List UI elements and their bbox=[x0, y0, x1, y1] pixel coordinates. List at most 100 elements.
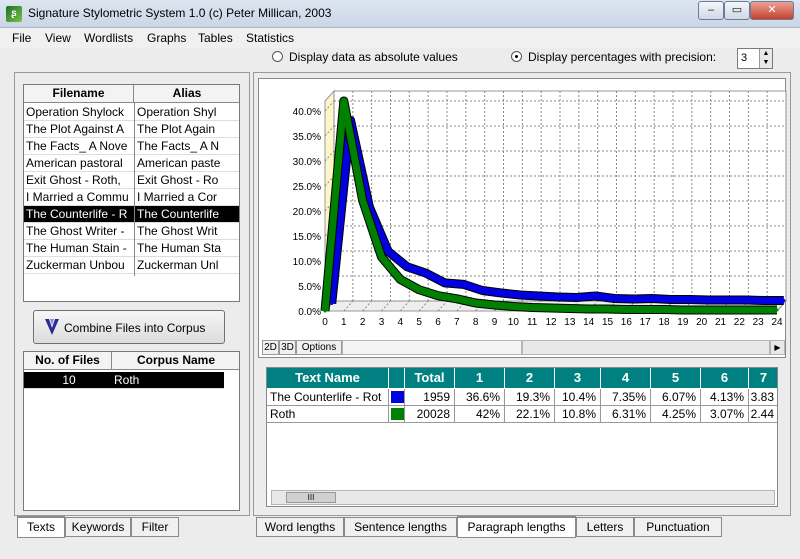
table-cell[interactable]: 20028 bbox=[405, 406, 455, 423]
header-alias[interactable]: Alias bbox=[134, 85, 239, 103]
file-row-alias[interactable]: I Married a Cor bbox=[135, 189, 239, 206]
precision-spinner[interactable]: 3 ▲ ▼ bbox=[737, 48, 773, 69]
file-row-filename[interactable]: The Facts_ A Nove bbox=[24, 138, 134, 155]
tab-word-lengths[interactable]: Word lengths bbox=[256, 517, 344, 537]
tab-2d[interactable]: 2D bbox=[262, 340, 279, 355]
series-point bbox=[737, 308, 741, 312]
table-cell[interactable]: 6.07% bbox=[651, 389, 701, 406]
menu-graphs[interactable]: Graphs bbox=[147, 31, 186, 45]
table-cell[interactable]: 10.8% bbox=[555, 406, 601, 423]
tab-sentence-lengths[interactable]: Sentence lengths bbox=[344, 517, 457, 537]
app-icon: ʂ bbox=[6, 6, 22, 22]
file-row-filename[interactable]: I Married a Commu bbox=[24, 189, 134, 206]
chart-scroll-thumb[interactable] bbox=[342, 340, 522, 355]
tab-keywords[interactable]: Keywords bbox=[65, 517, 131, 537]
table-cell[interactable]: 3.83 bbox=[749, 389, 777, 406]
table-row-name[interactable]: Roth bbox=[267, 406, 389, 423]
file-row-alias[interactable]: The Plot Again bbox=[135, 121, 239, 138]
table-cell[interactable]: 3.07% bbox=[701, 406, 749, 423]
table-scroll-thumb[interactable]: III bbox=[286, 492, 336, 503]
table-scrollbar[interactable]: III bbox=[271, 490, 775, 505]
file-row-filename[interactable]: American pastoral bbox=[24, 155, 134, 172]
tab-options[interactable]: Options bbox=[296, 340, 342, 355]
table-cell[interactable]: 7.35% bbox=[601, 389, 651, 406]
header-col-6[interactable]: 6 bbox=[701, 368, 749, 388]
file-row-alias[interactable]: American paste bbox=[135, 155, 239, 172]
file-list[interactable]: Filename Alias Operation Shylock Operatio… bbox=[23, 84, 240, 302]
series-point bbox=[568, 307, 572, 310]
spin-down-icon[interactable]: ▼ bbox=[760, 58, 772, 67]
series-point bbox=[455, 297, 459, 301]
menu-wordlists[interactable]: Wordlists bbox=[84, 31, 133, 45]
file-row-alias[interactable]: The Facts_ A N bbox=[135, 138, 239, 155]
menu-file[interactable]: File bbox=[12, 31, 31, 45]
menu-statistics[interactable]: Statistics bbox=[246, 31, 294, 45]
file-row-alias[interactable]: The Ghost Writ bbox=[135, 223, 239, 240]
chart-scroll-right-icon[interactable]: ▶ bbox=[770, 340, 785, 355]
corpus-list[interactable]: No. of Files Corpus Name 10 Roth bbox=[23, 351, 240, 511]
combine-files-button[interactable]: Combine Files into Corpus bbox=[33, 310, 225, 344]
restore-button[interactable]: ▭ bbox=[724, 1, 750, 20]
file-row-alias[interactable]: The Counterlife bbox=[135, 206, 239, 223]
minimize-button[interactable]: ‒ bbox=[698, 1, 724, 20]
y-tick-label: 20.0% bbox=[293, 207, 321, 218]
series-point bbox=[662, 308, 666, 311]
corpus-file-count[interactable]: 10 bbox=[24, 372, 112, 389]
header-col-4[interactable]: 4 bbox=[601, 368, 651, 388]
table-cell[interactable]: 4.25% bbox=[651, 406, 701, 423]
file-row-alias[interactable]: Zuckerman Unl bbox=[135, 257, 239, 274]
header-col-2[interactable]: 2 bbox=[505, 368, 555, 388]
data-table[interactable]: Text Name Total 1 2 3 4 5 6 7 The Counte… bbox=[266, 367, 778, 507]
table-row-name[interactable]: The Counterlife - Rot bbox=[267, 389, 389, 406]
header-corpus-name[interactable]: Corpus Name bbox=[112, 352, 239, 370]
tab-filter[interactable]: Filter bbox=[131, 517, 179, 537]
spin-up-icon[interactable]: ▲ bbox=[760, 49, 772, 58]
file-row-filename[interactable]: The Counterlife - R bbox=[24, 206, 134, 223]
header-text-name[interactable]: Text Name bbox=[267, 368, 389, 388]
header-col-3[interactable]: 3 bbox=[555, 368, 601, 388]
tab-paragraph-lengths[interactable]: Paragraph lengths bbox=[457, 516, 576, 538]
series-point bbox=[631, 297, 635, 301]
table-cell[interactable]: 36.6% bbox=[455, 389, 505, 406]
percentages-radio[interactable]: Display percentages with precision: bbox=[511, 50, 716, 64]
menu-view[interactable]: View bbox=[45, 31, 71, 45]
table-cell[interactable]: 4.13% bbox=[701, 389, 749, 406]
file-row-alias[interactable]: The Human Sta bbox=[135, 240, 239, 257]
file-row-filename[interactable]: The Ghost Writer - bbox=[24, 223, 134, 240]
header-file-count[interactable]: No. of Files bbox=[24, 352, 112, 370]
absolute-values-radio[interactable]: Display data as absolute values bbox=[272, 50, 458, 64]
chart-scroll-track[interactable] bbox=[522, 340, 770, 355]
table-cell[interactable]: 2.44 bbox=[749, 406, 777, 423]
table-cell[interactable]: 10.4% bbox=[555, 389, 601, 406]
file-row-filename[interactable]: Zuckerman Unbou bbox=[24, 257, 134, 274]
tab-3d[interactable]: 3D bbox=[279, 340, 296, 355]
corpus-name[interactable]: Roth bbox=[112, 372, 224, 389]
file-row-filename[interactable]: The Plot Against A bbox=[24, 121, 134, 138]
y-tick-label: 0.0% bbox=[298, 307, 321, 318]
tab-texts[interactable]: Texts bbox=[17, 516, 65, 538]
header-total[interactable]: Total bbox=[405, 368, 455, 388]
header-col-7[interactable]: 7 bbox=[749, 368, 777, 388]
file-row-filename[interactable]: Operation Shylock bbox=[24, 104, 134, 121]
tab-letters[interactable]: Letters bbox=[576, 517, 634, 537]
series-point bbox=[669, 298, 673, 301]
table-cell[interactable]: 1959 bbox=[405, 389, 455, 406]
file-row-alias[interactable]: Operation Shyl bbox=[135, 104, 239, 121]
table-cell[interactable]: 22.1% bbox=[505, 406, 555, 423]
header-col-5[interactable]: 5 bbox=[651, 368, 701, 388]
table-cell[interactable]: 42% bbox=[455, 406, 505, 423]
series-point bbox=[606, 307, 609, 311]
series-color-swatch bbox=[389, 406, 405, 423]
file-row-filename[interactable]: The Human Stain - bbox=[24, 240, 134, 257]
series-point bbox=[744, 298, 748, 302]
table-cell[interactable]: 6.31% bbox=[601, 406, 651, 423]
table-cell[interactable]: 19.3% bbox=[505, 389, 555, 406]
tab-punctuation[interactable]: Punctuation bbox=[634, 517, 722, 537]
menu-tables[interactable]: Tables bbox=[198, 31, 233, 45]
file-row-filename[interactable]: Exit Ghost - Roth, bbox=[24, 172, 134, 189]
x-tick-label: 16 bbox=[621, 317, 633, 328]
file-row-alias[interactable]: Exit Ghost - Ro bbox=[135, 172, 239, 189]
header-filename[interactable]: Filename bbox=[24, 85, 134, 103]
header-col-1[interactable]: 1 bbox=[455, 368, 505, 388]
close-button[interactable]: ✕ bbox=[750, 1, 794, 20]
